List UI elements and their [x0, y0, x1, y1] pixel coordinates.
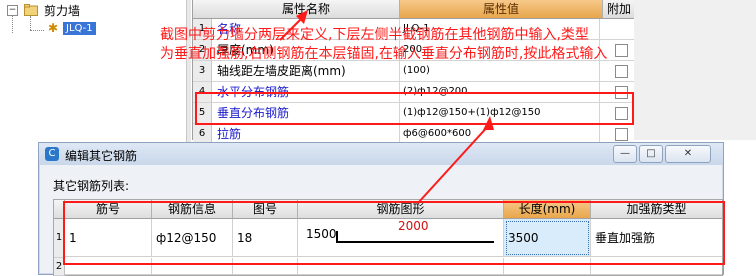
property-name: 水平分布钢筋 — [213, 82, 400, 102]
annotation-line-2: 为垂直加强筋,右侧钢筋在本层锚固,在输入垂直分布钢筋时,按此格式输入 — [160, 46, 608, 62]
edit-other-rebar-dialog: C 编辑其它钢筋 — □ ✕ 其它钢筋列表: 筋号 钢筋信息 图号 钢筋图形 长… — [38, 142, 724, 276]
row-number: 1 — [54, 219, 65, 258]
other-rebar-table: 筋号 钢筋信息 图号 钢筋图形 长度(mm) 加强筋类型 1 1 ф12@150… — [53, 199, 723, 276]
rebar-info-cell[interactable] — [152, 258, 233, 275]
dialog-title-bar[interactable]: C 编辑其它钢筋 — □ ✕ — [39, 143, 723, 165]
rebar-info-cell[interactable]: ф12@150 — [152, 219, 233, 257]
property-value[interactable]: (2)ф12@200 — [399, 82, 600, 102]
minimize-button[interactable]: — — [613, 145, 637, 163]
header-corner — [193, 0, 214, 19]
attach-checkbox[interactable] — [615, 128, 628, 141]
tree-connector — [30, 16, 31, 30]
annotation-line-1: 截图中剪力墙分两层来定义,下层左侧半截钢筋在其他钢筋中输入,类型 — [160, 27, 589, 43]
property-name: 轴线距左墙皮距离(mm) — [213, 61, 400, 81]
property-grid: 属性名称 属性值 附加 1 名称 JLQ-1 2 厚度(mm) 200 3 轴线… — [192, 0, 635, 145]
close-button[interactable]: ✕ — [665, 145, 711, 163]
app-icon: C — [45, 147, 59, 161]
column-header-rebar-graphic[interactable]: 钢筋图形 — [298, 200, 504, 219]
row-number: 6 — [193, 124, 212, 144]
header-property-value[interactable]: 属性值 — [400, 0, 603, 19]
column-header-rebar-info[interactable]: 钢筋信息 — [152, 200, 233, 219]
length-cell[interactable] — [504, 258, 591, 275]
property-name: 垂直分布钢筋 — [213, 103, 400, 123]
row-number: 5 — [193, 103, 212, 123]
shape-no-cell[interactable] — [233, 258, 298, 275]
header-attach[interactable]: 附加 — [603, 0, 635, 19]
bar-no-cell[interactable] — [65, 258, 152, 275]
bar-no-cell[interactable]: 1 — [65, 219, 152, 257]
length-cell[interactable]: 3500 — [504, 219, 591, 257]
header-property-name[interactable]: 属性名称 — [213, 0, 400, 19]
property-value[interactable]: (1)ф12@150+(1)ф12@150 — [399, 103, 600, 123]
attach-checkbox[interactable] — [615, 107, 628, 120]
graphic-left-length[interactable]: 1500 — [306, 227, 337, 241]
rebar-shape-icon — [336, 231, 494, 243]
rebar-graphic-cell[interactable]: 1500 2000 — [298, 219, 504, 257]
column-header-shape-no[interactable]: 图号 — [233, 200, 298, 219]
property-row[interactable]: 5 垂直分布钢筋 (1)ф12@150+(1)ф12@150 — [193, 103, 635, 124]
row-number: 3 — [193, 61, 212, 81]
stiffener-type-cell[interactable]: 垂直加强筋 — [591, 219, 722, 257]
stiffener-type-cell[interactable] — [591, 258, 722, 275]
column-header-bar-no[interactable]: 筋号 — [65, 200, 152, 219]
property-row[interactable]: 3 轴线距左墙皮距离(mm) (100) — [193, 61, 635, 82]
header-corner — [54, 200, 65, 219]
annotation-text: 截图中剪力墙分两层来定义,下层左侧半截钢筋在其他钢筋中输入,类型 为垂直加强筋,… — [160, 26, 754, 64]
column-header-stiffener-type[interactable]: 加强筋类型 — [591, 200, 722, 219]
property-row[interactable]: 4 水平分布钢筋 (2)ф12@200 — [193, 82, 635, 103]
dialog-title: 编辑其它钢筋 — [65, 149, 138, 163]
tree-item-jlq1[interactable]: JLQ-1 — [63, 22, 96, 35]
property-name: 拉筋 — [213, 124, 400, 144]
tree-root-label[interactable]: 剪力墙 — [44, 2, 80, 19]
list-label: 其它钢筋列表: — [53, 179, 130, 193]
folder-icon — [24, 4, 38, 16]
attach-checkbox[interactable] — [615, 86, 628, 99]
collapse-toggle-icon[interactable]: − — [7, 5, 18, 16]
property-value[interactable]: ф6@600*600 — [399, 124, 600, 144]
gear-icon: ✱ — [47, 21, 59, 35]
empty-panel — [634, 0, 756, 140]
tree-connector — [30, 30, 44, 31]
maximize-button[interactable]: □ — [639, 145, 663, 163]
row-number: 2 — [54, 258, 65, 276]
shape-no-cell[interactable]: 18 — [233, 219, 298, 257]
property-value[interactable]: (100) — [399, 61, 600, 81]
attach-checkbox[interactable] — [615, 65, 628, 78]
column-header-length[interactable]: 长度(mm) — [504, 200, 591, 219]
rebar-graphic-cell[interactable] — [298, 258, 504, 275]
row-number: 4 — [193, 82, 212, 102]
